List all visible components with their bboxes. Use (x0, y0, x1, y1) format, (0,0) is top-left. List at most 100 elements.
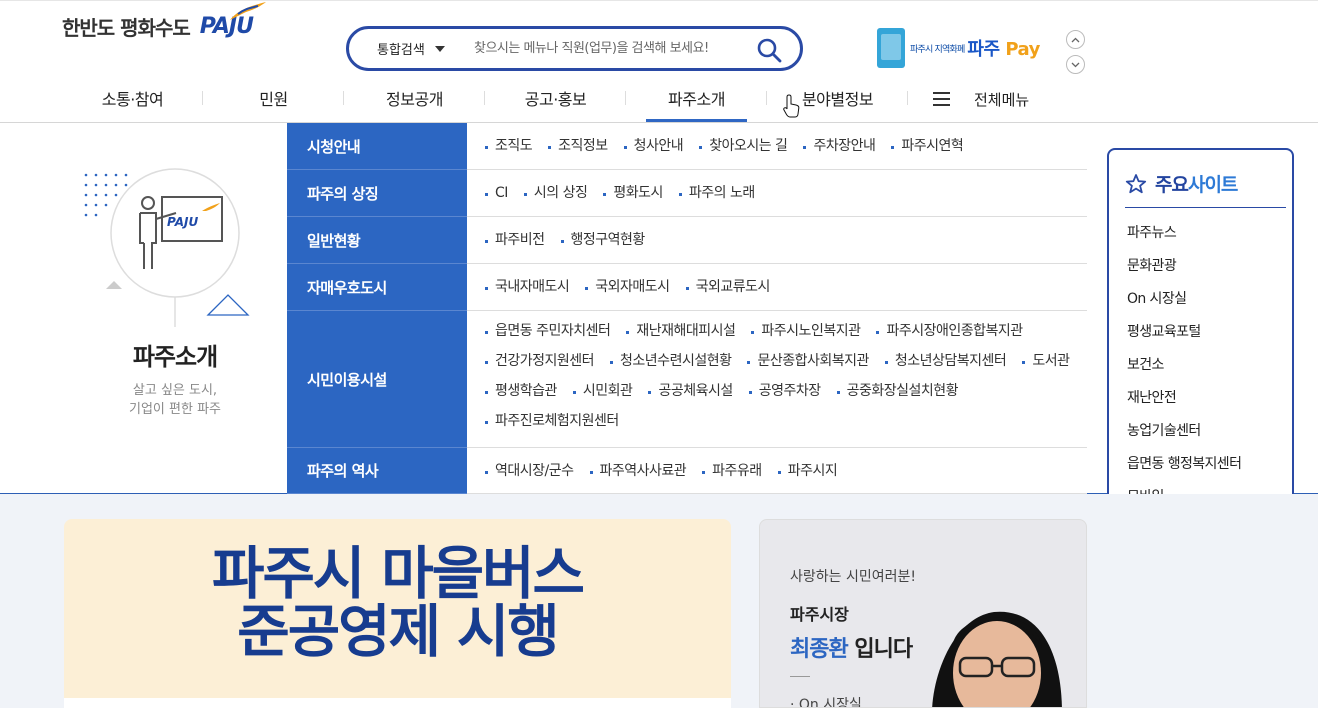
category-row: 파주의 역사 역대시장/군수 파주역사사료관 파주유래 파주시지 (287, 448, 1087, 494)
mouse-pointer-icon (783, 94, 800, 118)
category-links: 조직도 조직정보 청사안내 찾아오시는 길 주차장안내 파주시연혁 (467, 123, 1087, 169)
main-sites-list: 파주뉴스 문화관광 On 시장실 평생교육포털 보건소 재난안전 농업기술센터 읍면동 행정복… (1109, 208, 1292, 519)
category-link[interactable]: 공영주차장 (748, 379, 821, 409)
banner-line-2: 준공영제 시행 (237, 599, 559, 665)
mayor-greeting: 사랑하는 시민여러분! (790, 569, 916, 585)
category-link[interactable]: 행정구역현황 (560, 228, 645, 258)
main-site-link[interactable]: On 시장실 (1127, 288, 1292, 321)
category-link[interactable]: 문산종합사회복지관 (747, 349, 869, 379)
category-link[interactable]: 파주유래 (702, 459, 762, 489)
hamburger-icon (933, 88, 950, 110)
category-link[interactable]: 파주비전 (485, 228, 545, 258)
pay-title: 파주 Pay (967, 35, 1040, 61)
chevron-up-icon (1071, 37, 1080, 42)
pay-card-icon (877, 28, 905, 68)
mega-subtitle-line-1: 살고 싶은 도시, (132, 383, 218, 398)
main-banner[interactable]: 파주시 마을버스 준공영제 시행 (64, 519, 731, 708)
mayor-card: 사랑하는 시민여러분! 파주시장 최종환 입니다 · On 시장실 (759, 519, 1087, 708)
mayor-role: 파주시장 (790, 605, 849, 624)
category-link[interactable]: 건강가정지원센터 (485, 349, 595, 379)
category-name[interactable]: 일반현황 (287, 217, 467, 264)
category-link[interactable]: 청소년상담복지센터 (884, 349, 1007, 379)
banner-scroll-controls (1066, 30, 1085, 80)
illus-brand-text: PAJU (167, 215, 198, 229)
main-site-link[interactable]: 파주뉴스 (1127, 222, 1292, 255)
category-name[interactable]: 시청안내 (287, 123, 467, 170)
category-link[interactable]: 공중화장실설치현황 (836, 379, 959, 409)
mayor-name-suffix: 입니다 (847, 637, 913, 662)
logo-brand: PAJU (200, 2, 266, 39)
paju-pay-banner[interactable]: 파주시 지역화폐 파주 Pay (877, 28, 1040, 68)
site-logo[interactable]: 한반도 평화수도 PAJU (62, 2, 266, 41)
category-link[interactable]: CI (485, 181, 508, 211)
bird-logo-icon (229, 2, 266, 20)
category-link[interactable]: 파주역사사료관 (589, 459, 687, 489)
category-link[interactable]: 파주시노인복지관 (751, 319, 861, 349)
category-name[interactable]: 자매우호도시 (287, 264, 467, 311)
category-links: 역대시장/군수 파주역사사료관 파주유래 파주시지 (467, 448, 1087, 493)
category-links: CI 시의 상징 평화도시 파주의 노래 (467, 170, 1087, 216)
category-link[interactable]: 파주의 노래 (678, 181, 755, 211)
category-link[interactable]: 파주진로체험지원센터 (485, 409, 619, 439)
mayor-name-text: 최종환 (790, 637, 849, 662)
main-site-link[interactable]: 보건소 (1127, 354, 1292, 387)
mayor-office-link[interactable]: · On 시장실 (790, 694, 862, 708)
category-link[interactable]: 청사안내 (623, 134, 684, 164)
main-site-link[interactable]: 재난안전 (1127, 387, 1292, 420)
pay-suffix: Pay (1005, 39, 1040, 60)
category-link[interactable]: 평생학습관 (485, 379, 557, 409)
main-sites-title-a: 주요 (1155, 174, 1189, 196)
category-link[interactable]: 조직정보 (548, 134, 608, 164)
mega-menu-title: 파주소개 (132, 343, 218, 371)
category-link[interactable]: 국내자매도시 (485, 275, 570, 305)
category-link[interactable]: 주차장안내 (803, 134, 876, 164)
category-link[interactable]: 파주시장애인종합복지관 (876, 319, 1023, 349)
nav-item-civil-service[interactable]: 민원 (203, 76, 344, 120)
category-link[interactable]: 국외교류도시 (685, 275, 770, 305)
category-name[interactable]: 시민이용시설 (287, 311, 467, 448)
nav-item-about-paju[interactable]: 파주소개 (626, 76, 767, 122)
banner-line-1: 파주시 마을버스 (212, 541, 585, 607)
main-site-link[interactable]: 평생교육포털 (1127, 321, 1292, 354)
svg-text:PAJU: PAJU (167, 215, 198, 229)
category-link[interactable]: 청소년수련시설현황 (610, 349, 732, 379)
category-name[interactable]: 파주의 역사 (287, 448, 467, 494)
search-icon[interactable] (756, 37, 782, 67)
category-link[interactable]: 파주시지 (777, 459, 838, 489)
page: 한반도 평화수도 PAJU 통합검색 파주시 지역화폐 파주 Pay (0, 0, 1318, 708)
chevron-down-icon (1071, 62, 1080, 67)
banner-headline: 파주시 마을버스 준공영제 시행 (64, 545, 731, 661)
nav-item-notices[interactable]: 공고·홍보 (485, 76, 626, 120)
scroll-down-button[interactable] (1066, 55, 1085, 74)
main-site-link[interactable]: 농업기술센터 (1127, 420, 1292, 453)
mayor-name: 최종환 입니다 (790, 631, 913, 663)
mayor-office-link-label: On 시장실 (798, 697, 862, 708)
category-link[interactable]: 국외자매도시 (585, 275, 670, 305)
nav-item-communication[interactable]: 소통·참여 (62, 76, 203, 120)
main-site-link[interactable]: 문화관광 (1127, 255, 1292, 288)
main-nav: 소통·참여 민원 정보공개 공고·홍보 파주소개 분야별정보 전체메뉴 (62, 76, 1029, 122)
category-link[interactable]: 공공체육시설 (648, 379, 733, 409)
category-name[interactable]: 파주의 상징 (287, 170, 467, 217)
presenter-illustration (84, 168, 250, 327)
category-link[interactable]: 시의 상징 (523, 181, 588, 211)
category-link[interactable]: 재난재해대피시설 (626, 319, 736, 349)
mayor-divider (790, 676, 810, 677)
all-menu-button[interactable]: 전체메뉴 (933, 76, 1029, 122)
search-input[interactable] (474, 41, 744, 56)
scroll-up-button[interactable] (1066, 30, 1085, 49)
category-link[interactable]: 찾아오시는 길 (699, 134, 788, 164)
category-link[interactable]: 조직도 (485, 134, 533, 164)
main-sites-panel: 주요사이트 파주뉴스 문화관광 On 시장실 평생교육포털 보건소 재난안전 농업기술센터 읍… (1107, 148, 1294, 534)
category-link[interactable]: 파주시연혁 (891, 134, 964, 164)
category-links: 파주비전 행정구역현황 (467, 217, 1087, 263)
category-link[interactable]: 시민회관 (572, 379, 633, 409)
main-site-link[interactable]: 읍면동 행정복지센터 (1127, 453, 1292, 486)
category-link[interactable]: 평화도시 (603, 181, 663, 211)
category-link[interactable]: 도서관 (1022, 349, 1070, 379)
search-scope-select[interactable]: 통합검색 (349, 39, 474, 58)
category-link[interactable]: 읍면동 주민자치센터 (485, 319, 611, 349)
category-link[interactable]: 역대시장/군수 (485, 459, 574, 489)
category-row: 자매우호도시 국내자매도시 국외자매도시 국외교류도시 (287, 264, 1087, 311)
nav-item-information[interactable]: 정보공개 (344, 76, 485, 120)
